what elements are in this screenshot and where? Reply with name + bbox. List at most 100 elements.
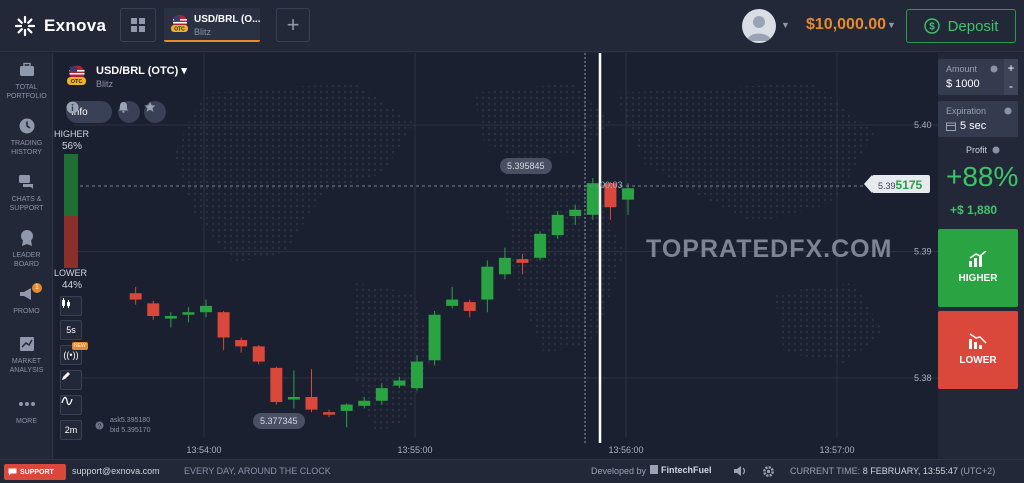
y-tick-label: 5.39 [914,247,932,257]
sidebar-item-promo[interactable]: 1 PROMO [0,283,53,316]
avatar-chevron-down-icon[interactable]: ▼ [781,20,790,30]
expiration-label: Expiration [946,106,987,116]
broadcast-icon: ((•)) [63,350,79,360]
amount-value[interactable]: $ 1000 [946,78,980,90]
candle-up [428,314,441,361]
balance[interactable]: $10,000.00 [806,16,886,34]
candle-down [217,312,230,338]
sidebar-item-market-analysis[interactable]: MARKET ANALYSIS [0,335,53,375]
sidebar-item-label: TRADING HISTORY [10,140,43,156]
candle-up [182,312,195,315]
chart-down-icon [969,333,987,349]
help-icon[interactable]: ? [95,421,104,430]
avatar[interactable] [742,9,776,43]
info-icon [66,101,79,114]
indicators-button[interactable] [60,395,82,415]
sentiment-meter [64,154,78,268]
candle-down [129,293,142,300]
chat-icon [18,175,33,189]
calendar-icon [946,122,956,131]
candle-up [569,209,582,217]
x-tick-label: 13:54:00 [186,445,221,455]
add-asset-button[interactable]: + [276,8,310,42]
candle-down [463,302,476,311]
sound-icon[interactable] [733,465,747,477]
sidebar-item-leader-board[interactable]: LEADER BOARD [0,229,53,269]
x-tick-label: 13:56:00 [608,445,643,455]
wave-icon [61,396,73,406]
developer-logo-icon [650,465,658,474]
profit-label: Profit [966,145,988,155]
sidebar-item-chats-support[interactable]: CHATS & SUPPORT [0,173,53,213]
bell-icon [118,102,129,113]
candle-down [270,367,283,403]
current-time: CURRENT TIME: 8 FEBRUARY, 13:55:47 (UTC+… [790,466,995,476]
sidebar-item-label: LEADER BOARD [12,252,41,268]
amount-field[interactable]: Amount $ 1000 + - [938,59,1018,95]
apps-grid-button[interactable] [120,8,156,42]
chart-type-button[interactable] [60,296,82,316]
tab-otc-badge: OTC [174,27,185,33]
plus-icon: + [286,12,300,37]
lower-button[interactable]: LOWER [938,311,1018,389]
user-icon [747,16,771,41]
timeframe-button[interactable]: 5s [60,320,82,340]
current-price-suffix: 5175 [895,178,923,192]
favorite-button[interactable] [144,101,166,123]
current-price-prefix: 5.39 [878,181,896,191]
logo-text: Exnova [44,16,107,35]
support-hours: EVERY DAY, AROUND THE CLOCK [184,466,331,476]
briefcase-icon [19,62,34,76]
expiration-field[interactable]: Expiration 5 sec [938,101,1018,137]
quotes: ask5.395180 bid 5.395170 [110,416,150,436]
candle-up [551,214,564,236]
sidebar-item-total-portfolio[interactable]: TOTAL PORTFOLIO [0,61,53,101]
support-email-link[interactable]: support@exnova.com [72,466,160,476]
candle-up [481,266,494,300]
gear-icon[interactable] [762,465,775,478]
sidebar-item-label: TOTAL PORTFOLIO [6,84,47,100]
alerts-button[interactable] [118,101,140,123]
amount-decrease-button[interactable]: - [1004,77,1018,95]
profit-help-icon[interactable] [992,146,1000,154]
candle-down [323,412,336,415]
price-chart[interactable]: 5.40 5.39 5.38 13:54:00 13:55:00 13:56:00 13:5… [54,53,938,459]
footer: SUPPORT support@exnova.com EVERY DAY, AR… [0,459,1024,483]
asset-tab[interactable]: OTC USD/BRL (O... Blitz [164,8,260,42]
candle-up [498,257,511,275]
sidebar-item-trading-history[interactable]: TRADING HISTORY [0,117,53,157]
higher-button[interactable]: HIGHER [938,229,1018,307]
logo[interactable]: Exnova [14,14,106,38]
amount-increase-button[interactable]: + [1004,59,1018,77]
sidebar-item-more[interactable]: MORE [0,395,53,426]
sidebar-item-label: PROMO [13,308,40,315]
usd-brl-flag-icon: OTC [171,15,188,33]
chevron-down-icon: ▾ [181,65,187,77]
deposit-button[interactable]: $ Deposit [906,9,1016,43]
profit-percent: +88% [946,161,1019,192]
clock-icon [19,118,34,134]
higher-label: HIGHER [958,273,998,284]
sentiment-lower-label: LOWER [54,268,88,278]
new-badge: NEW [72,342,88,350]
info-button[interactable]: Info [66,101,112,123]
expiration-value: 5 sec [960,120,987,132]
draw-tool-button[interactable] [60,370,82,390]
developer-name[interactable]: FintechFuel [650,465,712,475]
interval-button[interactable]: 2m [60,420,82,440]
trading-app: Exnova OTC USD/BRL (O... Blitz + ▼ $10,0… [0,0,1024,483]
candle-up [446,299,459,306]
low-price-label: 5.377345 [253,413,305,429]
svg-text:$: $ [929,22,935,33]
watermark-text: TOPRATEDFX.COM [646,235,893,263]
candle-down [147,303,160,317]
sidebar-item-label: MORE [16,418,37,425]
candle-up [200,305,212,313]
support-button[interactable]: SUPPORT [4,464,66,480]
balance-chevron-down-icon[interactable]: ▼ [887,20,896,30]
amount-help-icon[interactable] [990,65,998,73]
expiration-help-icon[interactable] [1004,107,1012,115]
candle-up [358,400,371,406]
deposit-label: Deposit [947,17,999,35]
sentiment-lower-percent: 44% [62,280,83,291]
